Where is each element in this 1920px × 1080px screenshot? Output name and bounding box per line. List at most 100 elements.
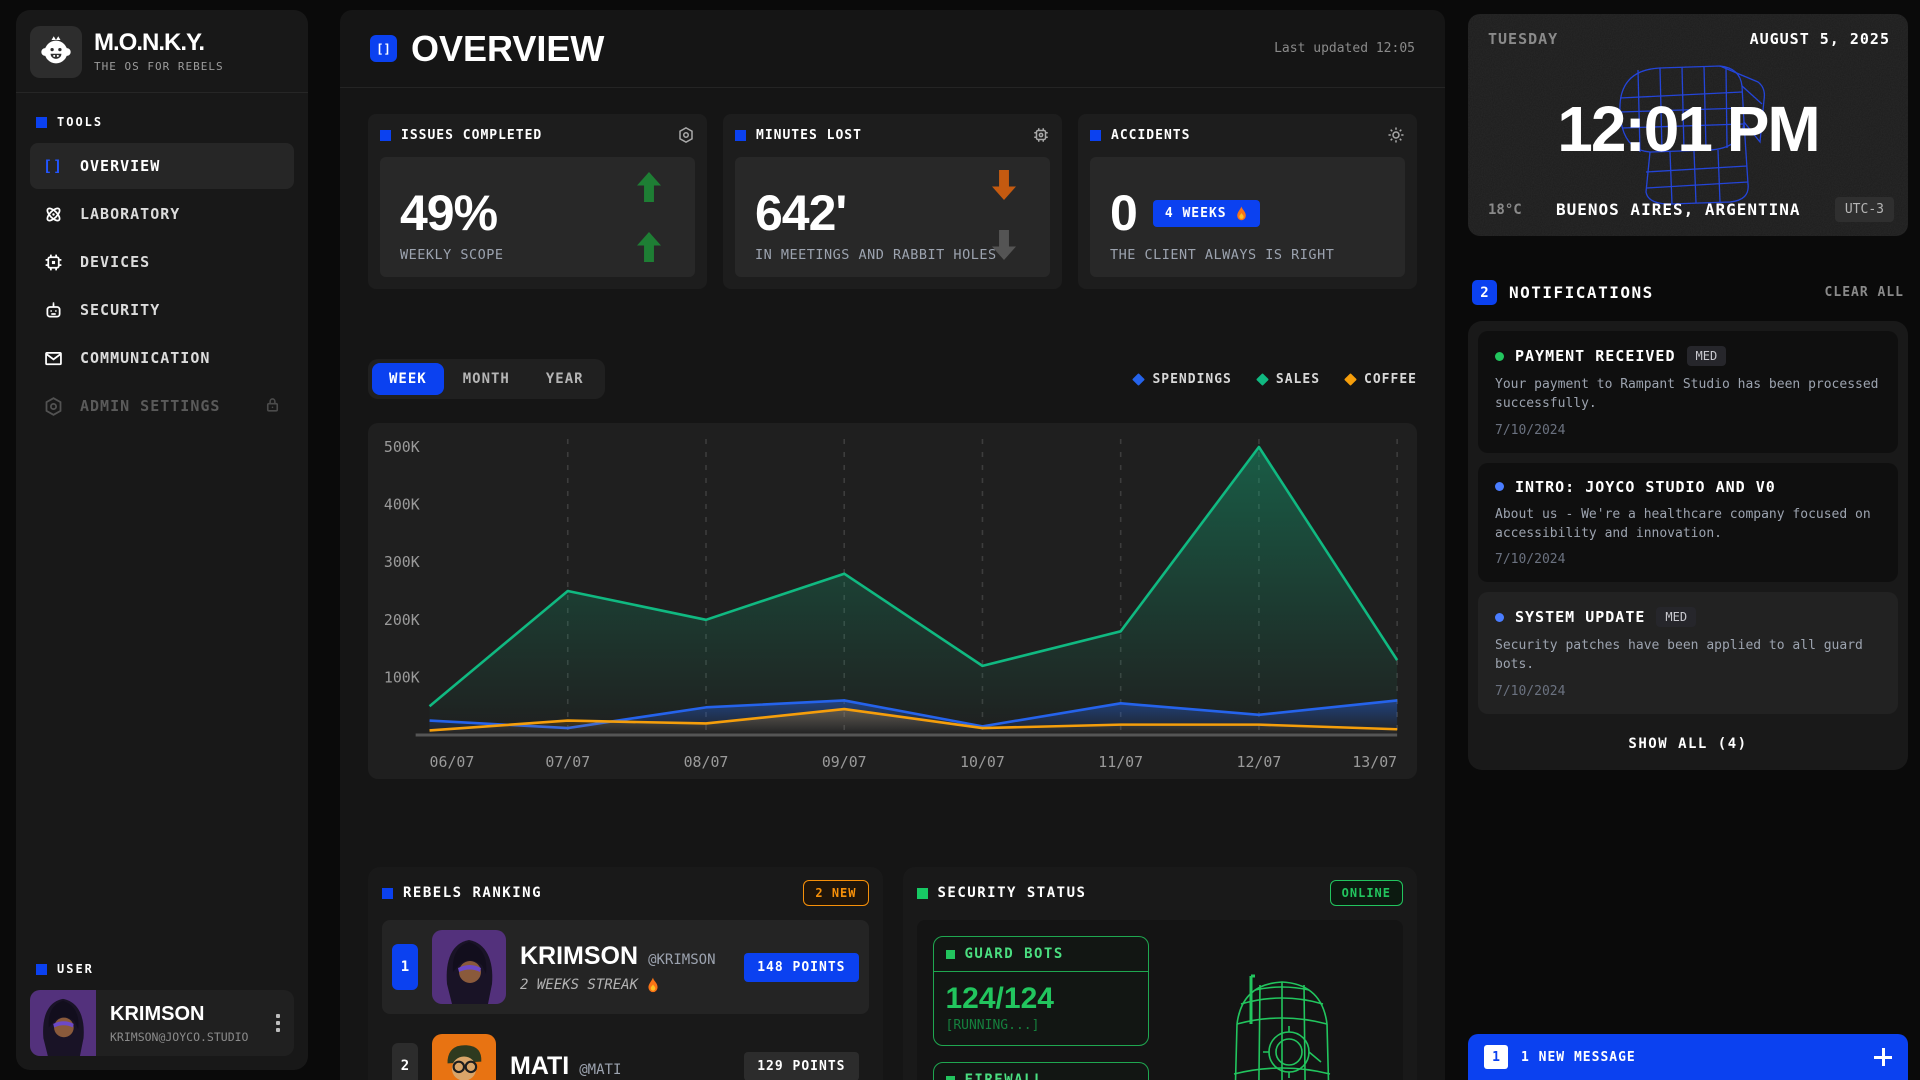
- section-title: SECURITY STATUS: [938, 885, 1087, 901]
- user-section: USER KRIMSON KRIMSON@JOYCO.STUDIO: [16, 940, 308, 1070]
- notifications-header: 2 NOTIFICATIONS CLEAR ALL: [1468, 280, 1908, 305]
- tools-nav: TOOLS [] OVERVIEW LABORATORY: [16, 93, 308, 431]
- notification-item[interactable]: PAYMENT RECEIVED MED Your payment to Ram…: [1478, 331, 1898, 453]
- chip-gear-icon[interactable]: [1032, 126, 1050, 144]
- level-badge: MED: [1656, 607, 1696, 627]
- module-label: FIREWALL: [965, 1072, 1044, 1080]
- notification-title: INTRO: JOYCO STUDIO AND V0: [1515, 478, 1776, 496]
- notification-date: 7/10/2024: [1495, 684, 1881, 699]
- user-card[interactable]: KRIMSON KRIMSON@JOYCO.STUDIO: [30, 990, 294, 1056]
- new-message-bar[interactable]: 1 1 NEW MESSAGE: [1468, 1034, 1908, 1080]
- monkey-logo-icon: [30, 26, 82, 78]
- flame-icon: [1235, 206, 1248, 221]
- svg-text:09/07: 09/07: [822, 753, 867, 771]
- legend-sales[interactable]: SALES: [1258, 372, 1320, 387]
- rebel-handle: @MATI: [579, 1062, 621, 1078]
- card-bullet: [1090, 130, 1101, 141]
- notification-title: SYSTEM UPDATE: [1515, 608, 1645, 626]
- security-panel: GUARD BOTS 124/124 [RUNNING...] FIREWALL: [917, 920, 1404, 1080]
- card-bullet: [380, 130, 391, 141]
- sidebar-item-label: LABORATORY: [80, 205, 180, 223]
- svg-text:300K: 300K: [384, 553, 420, 571]
- legend-coffee[interactable]: COFFEE: [1346, 372, 1417, 387]
- module-label: GUARD BOTS: [965, 946, 1064, 962]
- hex-gear-icon[interactable]: [677, 126, 695, 144]
- tab-year[interactable]: YEAR: [529, 363, 601, 395]
- atom-icon: [42, 204, 64, 225]
- streak-line: 2 WEEKS STREAK: [520, 977, 730, 993]
- clock-card: TUESDAY AUGUST 5, 2025 12:01 PM 18°C BUE…: [1468, 14, 1908, 236]
- sidebar-item-overview[interactable]: [] OVERVIEW: [30, 143, 294, 189]
- section-bullet: [36, 117, 47, 128]
- rebel-name: MATI: [510, 1052, 569, 1080]
- diamond-icon: [1133, 373, 1146, 386]
- rebel-handle: @KRIMSON: [648, 952, 715, 968]
- stat-title: ACCIDENTS: [1111, 128, 1190, 143]
- avatar: [30, 990, 96, 1056]
- guard-bot-wireframe: [1217, 954, 1347, 1080]
- sidebar-item-devices[interactable]: DEVICES: [30, 239, 294, 285]
- ranking-row[interactable]: 1 KRIMSON @KRIMSON: [382, 920, 869, 1014]
- sidebar-item-security[interactable]: SECURITY: [30, 287, 294, 333]
- show-all-button[interactable]: SHOW ALL (4): [1478, 724, 1898, 760]
- user-email: KRIMSON@JOYCO.STUDIO: [110, 1030, 262, 1044]
- online-status-badge: ONLINE: [1330, 880, 1403, 906]
- legend-spendings[interactable]: SPENDINGS: [1134, 372, 1231, 387]
- points-badge: 148 POINTS: [744, 953, 858, 982]
- clear-all-button[interactable]: CLEAR ALL: [1825, 285, 1904, 300]
- level-badge: MED: [1687, 346, 1727, 366]
- notification-item[interactable]: SYSTEM UPDATE MED Security patches have …: [1478, 592, 1898, 714]
- avatar: [432, 930, 506, 1004]
- diamond-icon: [1344, 373, 1357, 386]
- tab-month[interactable]: MONTH: [446, 363, 527, 395]
- stat-title: MINUTES LOST: [756, 128, 862, 143]
- section-bullet: [382, 888, 393, 899]
- notification-item[interactable]: INTRO: JOYCO STUDIO AND V0 About us - We…: [1478, 463, 1898, 583]
- spend-sales-chart-panel: 100K200K300K400K500K06/0707/0708/0709/07…: [368, 423, 1417, 779]
- rank-badge: 1: [392, 944, 418, 990]
- chip-icon: [42, 252, 64, 273]
- module-bullet: [946, 1076, 955, 1080]
- ranking-row[interactable]: 2: [382, 1024, 869, 1080]
- status-dot: [1495, 482, 1504, 491]
- notifications-title: NOTIFICATIONS: [1509, 283, 1654, 302]
- sidebar: M.O.N.K.Y. THE OS FOR REBELS TOOLS [] OV…: [16, 10, 308, 1070]
- temperature: 18°C: [1488, 202, 1522, 218]
- weekday: TUESDAY: [1488, 30, 1558, 48]
- sidebar-item-communication[interactable]: COMMUNICATION: [30, 335, 294, 381]
- new-count-badge: 2 NEW: [803, 880, 868, 906]
- time: 12:01 PM: [1468, 92, 1908, 166]
- module-bullet: [946, 950, 955, 959]
- user-menu-dots-icon[interactable]: [262, 1014, 294, 1032]
- stat-card-issues: ISSUES COMPLETED 49% WEEKLY SCOPE: [368, 114, 707, 289]
- notification-date: 7/10/2024: [1495, 423, 1881, 438]
- sidebar-item-laboratory[interactable]: LABORATORY: [30, 191, 294, 237]
- message-count-badge: 1: [1484, 1045, 1508, 1069]
- page-title: OVERVIEW: [411, 28, 604, 70]
- stat-card-accidents: ACCIDENTS 0 4 WEEKS: [1078, 114, 1417, 289]
- timezone-badge: UTC-3: [1835, 197, 1894, 222]
- stat-caption: THE CLIENT ALWAYS IS RIGHT: [1110, 247, 1385, 263]
- location: BUENOS AIRES, ARGENTINA: [1522, 200, 1835, 219]
- tab-week[interactable]: WEEK: [372, 363, 444, 395]
- notification-body: Security patches have been applied to al…: [1495, 637, 1881, 675]
- user-name: KRIMSON: [110, 1003, 262, 1026]
- card-bullet: [735, 130, 746, 141]
- burst-gear-icon[interactable]: [1387, 126, 1405, 144]
- app-logo: M.O.N.K.Y. THE OS FOR REBELS: [16, 10, 308, 92]
- svg-text:10/07: 10/07: [960, 753, 1005, 771]
- stat-title: ISSUES COMPLETED: [401, 128, 542, 143]
- notification-title: PAYMENT RECEIVED: [1515, 347, 1676, 365]
- svg-text:200K: 200K: [384, 611, 420, 629]
- stat-card-minutes: MINUTES LOST 642' IN MEETINGS AND RABBIT…: [723, 114, 1062, 289]
- module-state: [RUNNING...]: [934, 1018, 1148, 1045]
- stat-cards-row: ISSUES COMPLETED 49% WEEKLY SCOPE: [368, 114, 1417, 289]
- app-name: M.O.N.K.Y.: [94, 31, 224, 55]
- flame-icon: [646, 977, 660, 993]
- sidebar-item-admin-settings[interactable]: ADMIN SETTINGS: [30, 383, 294, 429]
- last-updated: Last updated 12:05: [1274, 41, 1415, 56]
- hex-gear-icon: [42, 396, 64, 417]
- plus-icon[interactable]: [1874, 1048, 1892, 1066]
- trend-up-arrows-icon: [627, 157, 671, 277]
- svg-text:500K: 500K: [384, 438, 420, 456]
